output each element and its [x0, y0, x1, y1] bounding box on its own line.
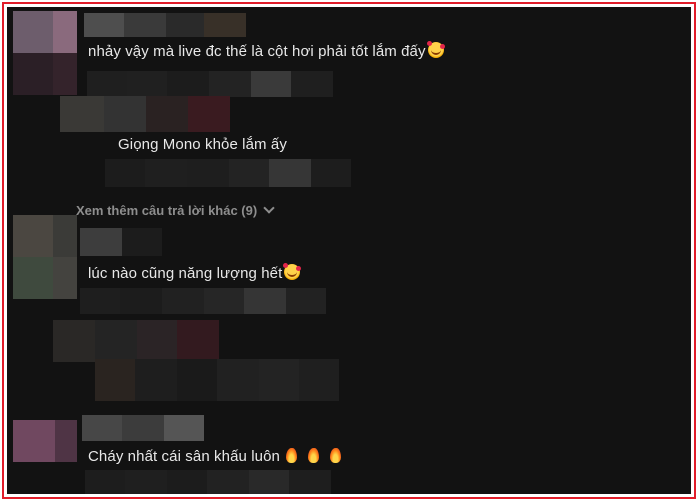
fire-icon: [286, 448, 297, 463]
username[interactable]: [84, 13, 246, 37]
reply-meta: [105, 159, 351, 187]
smiling-face-with-hearts-icon: [283, 263, 302, 280]
comment-meta: [85, 470, 331, 494]
avatar[interactable]: [13, 11, 77, 95]
fire-icon: [308, 448, 319, 463]
comment-text: nhảy vậy mà live đc thế là cột hơi phải …: [88, 41, 445, 62]
reply-header[interactable]: [60, 96, 230, 132]
comment-thread: nhảy vậy mà live đc thế là cột hơi phải …: [7, 7, 691, 494]
smiling-face-with-hearts-icon: [426, 41, 445, 58]
avatar[interactable]: [13, 420, 77, 462]
view-more-replies-button[interactable]: Xem thêm câu trả lời khác (9): [76, 202, 275, 219]
reply-header[interactable]: [53, 320, 219, 362]
reply-meta: [95, 359, 339, 401]
comment-meta: [80, 288, 326, 314]
reply-text: Giọng Mono khỏe lắm ấy: [118, 136, 287, 153]
comment-text: lúc nào cũng năng lượng hết: [88, 263, 302, 284]
image-frame: nhảy vậy mà live đc thế là cột hơi phải …: [2, 2, 696, 499]
username[interactable]: [82, 415, 204, 441]
fire-icon: [330, 448, 341, 463]
comment-text: Cháy nhất cái sân khấu luôn: [88, 447, 341, 467]
username[interactable]: [80, 228, 162, 256]
chevron-down-icon: [263, 202, 275, 214]
avatar[interactable]: [13, 215, 77, 299]
comment-meta: [87, 71, 333, 97]
